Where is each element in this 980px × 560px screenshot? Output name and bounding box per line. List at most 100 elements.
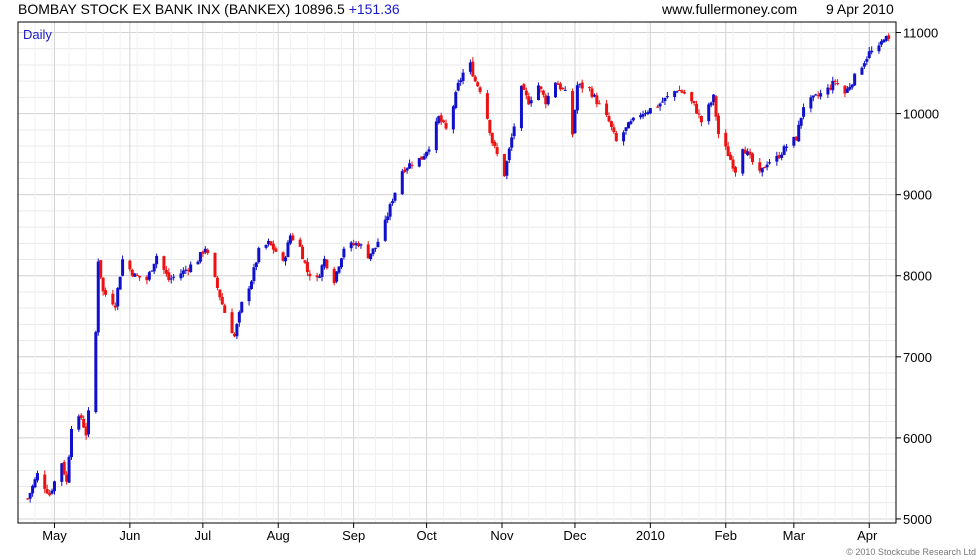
candle-body — [240, 301, 244, 313]
candle — [400, 168, 404, 196]
candle-body — [393, 192, 397, 201]
candle-body — [359, 244, 363, 246]
candle-body — [254, 262, 258, 267]
candle — [325, 259, 329, 270]
candle-body — [383, 219, 387, 241]
candle-body — [692, 101, 696, 104]
candle — [87, 407, 91, 438]
candle-body — [507, 148, 511, 161]
candle-body — [223, 305, 227, 313]
candle — [751, 152, 755, 165]
candle-body — [588, 87, 592, 89]
candle — [862, 60, 866, 69]
candle-body — [478, 87, 482, 92]
candle — [476, 81, 480, 87]
candle-body — [138, 275, 142, 278]
candle-body — [371, 248, 375, 255]
candle-body — [519, 85, 523, 129]
candle-body — [128, 260, 132, 270]
candle — [138, 275, 142, 281]
candle-body — [291, 235, 295, 241]
candle — [439, 112, 443, 126]
candle-body — [101, 277, 105, 292]
candle — [342, 246, 346, 260]
candle-body — [709, 102, 713, 106]
candle-body — [427, 149, 431, 152]
candle — [121, 255, 125, 277]
candle — [62, 459, 66, 476]
candle-body — [539, 86, 543, 89]
candle — [819, 89, 823, 100]
candle — [249, 279, 253, 290]
x-tick-label: Mar — [783, 528, 806, 543]
candle-body — [563, 89, 567, 91]
candle-body — [473, 76, 477, 82]
candle-body — [799, 117, 803, 126]
candle-body — [658, 103, 662, 107]
candle-body — [675, 91, 679, 93]
candle — [70, 425, 74, 460]
candle-body — [339, 258, 343, 268]
candle-body — [400, 171, 404, 195]
candle-body — [622, 132, 626, 142]
candle-body — [215, 277, 219, 289]
candle-body — [811, 95, 815, 98]
candle — [118, 276, 122, 290]
candle-body — [707, 104, 711, 122]
candle — [519, 85, 523, 131]
candle-body — [70, 429, 74, 458]
x-tick-label: 2010 — [636, 528, 665, 543]
x-tick-label: Nov — [490, 528, 514, 543]
candle-body — [147, 272, 151, 280]
candle-body — [456, 82, 460, 91]
x-tick-label: Sep — [342, 528, 365, 543]
candle-body — [121, 259, 125, 276]
candle-body — [33, 479, 37, 488]
candle — [775, 151, 779, 166]
candle-body — [714, 96, 718, 117]
candle-body — [308, 273, 312, 277]
candle-body — [104, 290, 108, 295]
candle — [471, 57, 475, 77]
x-axis: May Jun Jul Aug Sep Oct Nov Dec 2010 Feb Mar Apr — [42, 523, 878, 543]
candle-body — [408, 163, 412, 169]
x-tick-label: Oct — [416, 528, 437, 543]
y-tick-label: 9000 — [903, 188, 932, 203]
candle-body — [546, 95, 550, 105]
candle-body — [111, 293, 115, 305]
candle — [320, 264, 324, 282]
candle — [478, 86, 482, 95]
candle-body — [729, 154, 733, 160]
candle — [512, 123, 516, 140]
candles-group — [26, 33, 891, 503]
candle — [716, 113, 720, 139]
candle-body — [257, 248, 261, 263]
candle — [408, 159, 412, 169]
candle-body — [218, 289, 222, 298]
candle — [507, 146, 511, 163]
candle-body — [94, 332, 98, 412]
x-tick-label: Jun — [119, 528, 140, 543]
period-label: Daily — [23, 27, 52, 42]
candle-body — [573, 110, 577, 134]
x-tick-label: Jul — [195, 528, 212, 543]
candle-body — [45, 489, 49, 494]
candle-body — [724, 132, 728, 147]
candle-body — [831, 80, 835, 91]
candle-body — [286, 242, 290, 258]
candle-body — [690, 92, 694, 102]
y-tick-label: 6000 — [903, 431, 932, 446]
candle-body — [252, 267, 256, 282]
y-axis: 5000 6000 7000 8000 9000 10000 11000 — [896, 26, 939, 527]
candle-body — [116, 288, 120, 307]
candle-body — [376, 241, 380, 248]
candle-body — [785, 146, 789, 148]
candle-body — [43, 474, 47, 489]
candle — [215, 275, 219, 291]
copyright-text: © 2010 Stockcube Research Ltd — [846, 547, 976, 557]
candle-body — [490, 132, 494, 144]
candle-body — [887, 35, 891, 39]
candle-body — [865, 59, 869, 62]
candle-body — [656, 106, 660, 108]
candle-body — [867, 51, 871, 58]
